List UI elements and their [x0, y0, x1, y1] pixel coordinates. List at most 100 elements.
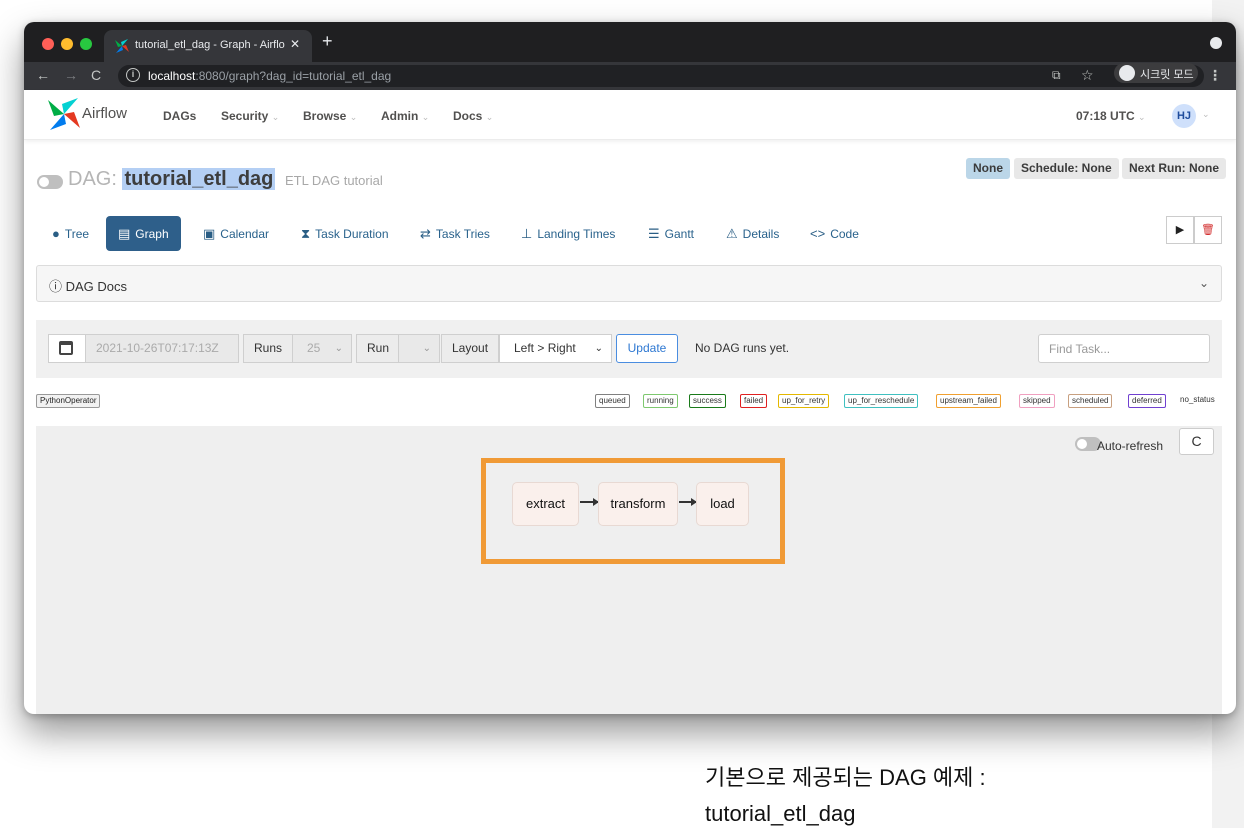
translate-icon[interactable]: ⧉ [1052, 68, 1061, 83]
url-host: localhost [148, 69, 196, 83]
url-field[interactable]: i localhost:8080/graph?dag_id=tutorial_e… [118, 65, 1204, 87]
warning-icon: ⚠ [726, 226, 738, 241]
nav-browse[interactable]: Browse ⌄ [303, 109, 357, 123]
chevron-down-icon[interactable]: ⌄ [1199, 276, 1209, 290]
chevron-down-icon: ⌄ [271, 112, 280, 122]
edge-transform-load [679, 498, 697, 505]
gantt-icon: ☰ [648, 226, 660, 241]
nav-dags[interactable]: DAGs [163, 109, 196, 123]
chevron-down-icon: ⌄ [334, 343, 343, 354]
status-up-for-retry: up_for_retry [778, 394, 830, 408]
tab-task-duration[interactable]: ⧗ Task Duration [289, 216, 401, 251]
minimize-window-button[interactable] [61, 38, 73, 50]
dag-docs-title: ⓘ DAG Docs [49, 279, 128, 294]
calendar-picker-button[interactable] [48, 334, 86, 363]
graph-canvas[interactable]: Auto-refresh C extract transform load [36, 426, 1222, 714]
chevron-down-icon: ⌄ [421, 112, 430, 122]
status-no-status: no_status [1180, 395, 1215, 404]
nav-docs[interactable]: Docs ⌄ [453, 109, 493, 123]
tab-details[interactable]: ⚠ Details [714, 216, 791, 251]
update-button[interactable]: Update [616, 334, 678, 363]
status-failed: failed [740, 394, 768, 408]
dag-id: tutorial_etl_dag [122, 168, 276, 190]
refresh-button[interactable]: C [1179, 428, 1214, 455]
no-runs-message: No DAG runs yet. [695, 341, 790, 355]
user-avatar[interactable]: HJ [1172, 104, 1196, 128]
status-queued: queued [595, 394, 630, 408]
url-path: :8080/graph?dag_id=tutorial_etl_dag [195, 69, 392, 83]
status-skipped: skipped [1019, 394, 1055, 408]
dag-title-prefix: DAG: [68, 168, 117, 190]
task-node-extract[interactable]: extract [512, 482, 579, 526]
status-running: running [643, 394, 678, 408]
task-node-transform[interactable]: transform [598, 482, 678, 526]
retry-icon: ⇄ [420, 226, 431, 241]
incognito-badge[interactable]: 시크릿 모드 [1114, 63, 1198, 83]
browser-tab[interactable]: tutorial_etl_dag - Graph - Airflo ✕ [104, 30, 312, 62]
tab-search-icon[interactable] [1210, 37, 1222, 49]
nav-security[interactable]: Security ⌄ [221, 109, 279, 123]
close-window-button[interactable] [42, 38, 54, 50]
chevron-down-icon[interactable]: ⌄ [1202, 109, 1210, 120]
tab-gantt[interactable]: ☰ Gantt [636, 216, 706, 251]
chevron-down-icon: ⌄ [594, 343, 603, 354]
dag-docs-panel[interactable]: ⓘ DAG Docs ⌄ [36, 265, 1222, 302]
tab-title: tutorial_etl_dag - Graph - Airflo [135, 39, 285, 51]
owner-badge: None [966, 158, 1010, 179]
runs-label: Runs [243, 334, 294, 363]
browser-menu-icon[interactable]: ⋮ [1208, 67, 1222, 84]
run-select[interactable]: ⌄ [398, 334, 440, 363]
tab-graph[interactable]: ▤ Graph [106, 216, 181, 251]
maximize-window-button[interactable] [80, 38, 92, 50]
dag-pause-toggle[interactable] [37, 175, 63, 189]
operator-legend: PythonOperator [36, 394, 101, 408]
runs-select[interactable]: 25 ⌄ [292, 334, 352, 363]
layout-select[interactable]: Left > Right ⌄ [499, 334, 612, 363]
hourglass-icon: ⧗ [301, 226, 311, 241]
site-info-icon[interactable]: i [126, 68, 140, 82]
utc-clock[interactable]: 07:18 UTC ⌄ [1076, 109, 1146, 123]
reload-icon[interactable]: C [91, 67, 101, 83]
close-tab-icon[interactable]: ✕ [290, 37, 300, 51]
task-node-load[interactable]: load [696, 482, 749, 526]
incognito-label: 시크릿 모드 [1140, 69, 1194, 81]
incognito-icon [1119, 65, 1135, 81]
calendar-icon [59, 341, 73, 355]
calendar-icon: ▣ [203, 226, 216, 241]
tab-bar: tutorial_etl_dag - Graph - Airflo ✕ + [24, 22, 1236, 62]
run-label: Run [356, 334, 401, 363]
airflow-logo-icon[interactable] [46, 96, 82, 132]
chevron-down-icon: ⌄ [1138, 112, 1146, 122]
tab-landing-times[interactable]: ⊥ Landing Times [509, 216, 627, 251]
chevron-down-icon: ⌄ [349, 112, 358, 122]
new-tab-button[interactable]: + [322, 32, 333, 50]
tab-code[interactable]: <> Code [798, 216, 871, 251]
base-date-input[interactable]: 2021-10-26T07:17:13Z [85, 334, 239, 363]
airflow-navbar: Airflow DAGs Security ⌄ Browse ⌄ Admin ⌄… [24, 90, 1236, 140]
airflow-favicon-icon [115, 39, 129, 53]
status-success: success [689, 394, 726, 408]
bookmark-star-icon[interactable]: ☆ [1081, 67, 1094, 84]
brand-name[interactable]: Airflow [82, 105, 127, 122]
schedule-badge: Schedule: None [1014, 158, 1119, 179]
find-task-input[interactable] [1038, 334, 1210, 363]
delete-dag-button[interactable]: 🗑 [1194, 216, 1222, 244]
back-arrow-icon[interactable]: ← [36, 67, 50, 83]
tab-tree[interactable]: ● Tree [40, 216, 101, 251]
status-scheduled: scheduled [1068, 394, 1113, 408]
graph-controls: 2021-10-26T07:17:13Z Runs 25 ⌄ Run ⌄ Layo… [36, 320, 1222, 378]
nav-admin[interactable]: Admin ⌄ [381, 109, 429, 123]
tab-calendar[interactable]: ▣ Calendar [191, 216, 281, 251]
page-title: DAG: tutorial_etl_dag ETL DAG tutorial [68, 168, 383, 191]
code-icon: <> [810, 226, 826, 241]
auto-refresh-label: Auto-refresh [1097, 439, 1164, 453]
pin-icon: ● [52, 226, 60, 241]
edge-extract-transform [580, 498, 599, 505]
tab-task-tries[interactable]: ⇄ Task Tries [408, 216, 502, 251]
layout-label: Layout [441, 334, 500, 363]
status-upstream-failed: upstream_failed [936, 394, 1001, 408]
browser-window: tutorial_etl_dag - Graph - Airflo ✕ + ← … [24, 22, 1236, 714]
trigger-dag-button[interactable]: ▶ [1166, 216, 1194, 244]
caption-line-1: 기본으로 제공되는 DAG 예제 : [705, 765, 986, 790]
forward-arrow-icon[interactable]: → [64, 67, 78, 83]
